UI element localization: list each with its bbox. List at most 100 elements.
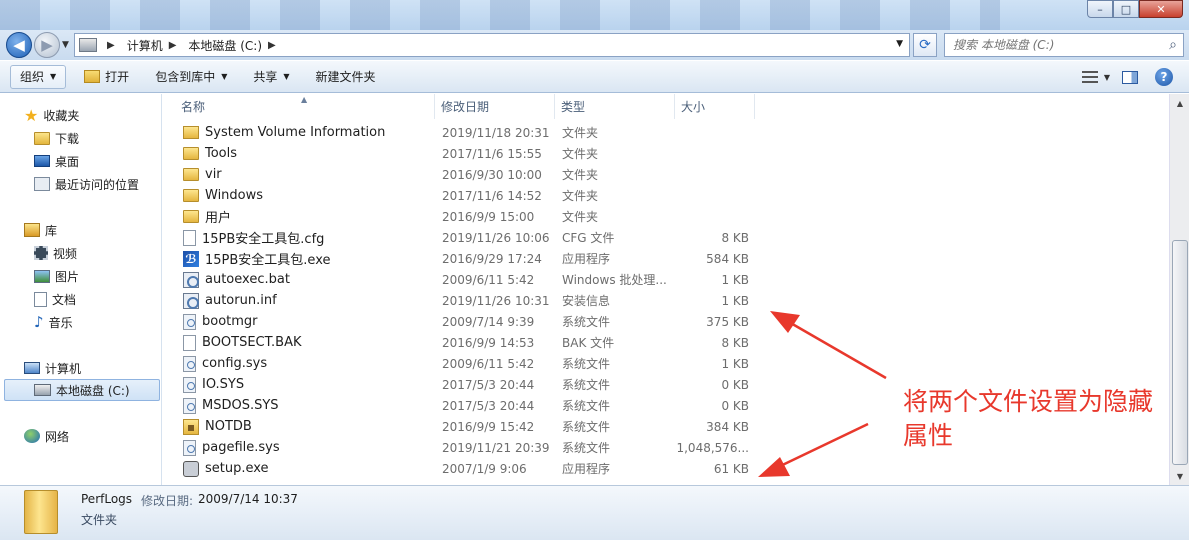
file-row[interactable]: vir 2016/9/30 10:00 文件夹	[163, 164, 1169, 185]
file-name-cell[interactable]: bootmgr	[183, 313, 433, 330]
scroll-up-icon[interactable]: ▲	[1172, 96, 1188, 110]
nav-favorites[interactable]: ★ 收藏夹	[24, 104, 79, 126]
file-name-cell[interactable]: 15PB安全工具包.cfg	[183, 228, 433, 247]
file-name: setup.exe	[205, 461, 269, 476]
file-name-cell[interactable]: BOOTSECT.BAK	[183, 334, 433, 351]
file-date: 2009/6/11 5:42	[442, 356, 535, 371]
maximize-button[interactable]: □	[1113, 0, 1139, 18]
back-button[interactable]: ◀	[6, 32, 32, 58]
column-type[interactable]: 类型	[555, 94, 675, 119]
column-date[interactable]: 修改日期	[435, 94, 555, 119]
nav-computer[interactable]: 计算机	[24, 357, 81, 379]
nav-recent[interactable]: 最近访问的位置	[34, 173, 139, 195]
file-name-cell[interactable]: 用户	[183, 207, 433, 226]
pictures-icon	[34, 269, 50, 283]
minimize-button[interactable]: –	[1087, 0, 1113, 18]
file-type: BAK 文件	[562, 336, 615, 350]
document-icon	[34, 291, 47, 307]
open-button[interactable]: 打开	[72, 65, 141, 89]
file-name-cell[interactable]: Tools	[183, 146, 433, 161]
column-size[interactable]: 大小	[675, 94, 755, 119]
file-name-cell[interactable]: autorun.inf	[183, 292, 433, 309]
file-row[interactable]: BOOTSECT.BAK 2016/9/9 14:53 BAK 文件 8 KB	[163, 332, 1169, 353]
file-type: 系统文件	[562, 315, 611, 329]
file-date: 2017/5/3 20:44	[442, 377, 535, 392]
scroll-down-icon[interactable]: ▼	[1172, 469, 1188, 483]
column-label: 名称	[181, 100, 206, 114]
nav-label: 下载	[55, 131, 80, 146]
file-name-cell[interactable]: pagefile.sys	[183, 439, 433, 456]
file-name-cell[interactable]: setup.exe	[183, 460, 433, 477]
file-name-cell[interactable]: NOTDB	[183, 418, 433, 435]
file-name-cell[interactable]: System Volume Information	[183, 125, 433, 140]
close-button[interactable]: ✕	[1139, 0, 1183, 18]
file-date: 2009/7/14 9:39	[442, 314, 535, 329]
file-row[interactable]: autoexec.bat 2009/6/11 5:42 Windows 批处理...…	[163, 269, 1169, 290]
search-icon[interactable]: ⌕	[1169, 37, 1177, 53]
file-date: 2016/9/9 15:42	[442, 419, 535, 434]
breadcrumb-separator-root[interactable]: ▶	[101, 40, 121, 51]
include-library-button[interactable]: 包含到库中 ▼	[143, 65, 239, 89]
file-name-cell[interactable]: MSDOS.SYS	[183, 397, 433, 414]
system-file-icon	[183, 376, 196, 393]
chevron-down-icon: ▼	[50, 72, 57, 81]
scrollbar-thumb[interactable]	[1172, 240, 1188, 465]
nav-downloads[interactable]: 下载	[34, 127, 79, 149]
file-name-cell[interactable]: config.sys	[183, 355, 433, 372]
nav-local-disk[interactable]: 本地磁盘 (C:)	[4, 379, 160, 401]
file-name-cell[interactable]: IO.SYS	[183, 376, 433, 393]
nav-pictures[interactable]: 图片	[34, 265, 79, 287]
nav-desktop[interactable]: 桌面	[34, 150, 79, 172]
system-file-icon	[183, 439, 196, 456]
nav-videos[interactable]: 视频	[34, 242, 77, 264]
search-input[interactable]	[953, 38, 1153, 52]
file-name-cell[interactable]: vir	[183, 167, 433, 182]
nav-music[interactable]: ♪ 音乐	[34, 311, 73, 333]
help-button[interactable]: ?	[1149, 65, 1179, 89]
file-row[interactable]: System Volume Information 2019/11/18 20:3…	[163, 122, 1169, 143]
file-name: Windows	[205, 188, 264, 203]
file-row[interactable]: bootmgr 2009/7/14 9:39 系统文件 375 KB	[163, 311, 1169, 332]
column-header: 名称 修改日期 类型 大小 ▲	[163, 94, 1169, 119]
file-row[interactable]: 15PB安全工具包.cfg 2019/11/26 10:06 CFG 文件 8 KB	[163, 227, 1169, 248]
new-folder-button[interactable]: 新建文件夹	[304, 65, 388, 89]
recent-pages-dropdown[interactable]: ▼	[62, 40, 69, 50]
nav-label: 图片	[55, 269, 80, 284]
nav-network[interactable]: 网络	[24, 425, 69, 447]
forward-button[interactable]: ▶	[34, 32, 60, 58]
refresh-icon: ⟳	[919, 37, 931, 53]
chevron-right-icon: ▶	[107, 39, 115, 51]
file-row[interactable]: setup.exe 2007/1/9 9:06 应用程序 61 KB	[163, 458, 1169, 479]
file-row[interactable]: ℬ 15PB安全工具包.exe 2016/9/29 17:24 应用程序 584 KB	[163, 248, 1169, 269]
file-name-cell[interactable]: Windows	[183, 188, 433, 203]
change-view-button[interactable]: ▼	[1081, 65, 1111, 89]
nav-documents[interactable]: 文档	[34, 288, 76, 310]
file-size: 0 KB	[721, 377, 749, 392]
system-file-icon	[183, 397, 196, 414]
column-name[interactable]: 名称	[163, 94, 435, 119]
search-box[interactable]: ⌕	[944, 33, 1184, 57]
page-icon	[183, 334, 196, 351]
file-date: 2009/6/11 5:42	[442, 272, 535, 287]
file-name-cell[interactable]: autoexec.bat	[183, 271, 433, 288]
file-row[interactable]: config.sys 2009/6/11 5:42 系统文件 1 KB	[163, 353, 1169, 374]
refresh-button[interactable]: ⟳	[913, 33, 937, 57]
breadcrumb-computer[interactable]: 计算机 ▶	[127, 37, 183, 54]
chevron-down-icon: ▼	[283, 72, 290, 81]
file-name-cell[interactable]: ℬ 15PB安全工具包.exe	[183, 249, 433, 268]
share-button[interactable]: 共享 ▼	[241, 65, 301, 89]
breadcrumb-local-disk[interactable]: 本地磁盘 (C:) ▶	[188, 37, 281, 54]
file-row[interactable]: Tools 2017/11/6 15:55 文件夹	[163, 143, 1169, 164]
address-dropdown[interactable]: ▼	[896, 39, 903, 49]
views-icon	[1081, 71, 1098, 83]
file-row[interactable]: Windows 2017/11/6 14:52 文件夹	[163, 185, 1169, 206]
file-type: 系统文件	[562, 357, 611, 371]
file-row[interactable]: 用户 2016/9/9 15:00 文件夹	[163, 206, 1169, 227]
file-name: NOTDB	[205, 419, 252, 434]
file-row[interactable]: autorun.inf 2019/11/26 10:31 安装信息 1 KB	[163, 290, 1169, 311]
preview-pane-button[interactable]	[1115, 65, 1145, 89]
batch-icon	[183, 271, 199, 288]
nav-libraries[interactable]: 库	[24, 219, 57, 241]
address-bar[interactable]: ▶ 计算机 ▶ 本地磁盘 (C:) ▶ ▼	[74, 33, 910, 57]
organize-button[interactable]: 组织 ▼	[10, 64, 67, 89]
